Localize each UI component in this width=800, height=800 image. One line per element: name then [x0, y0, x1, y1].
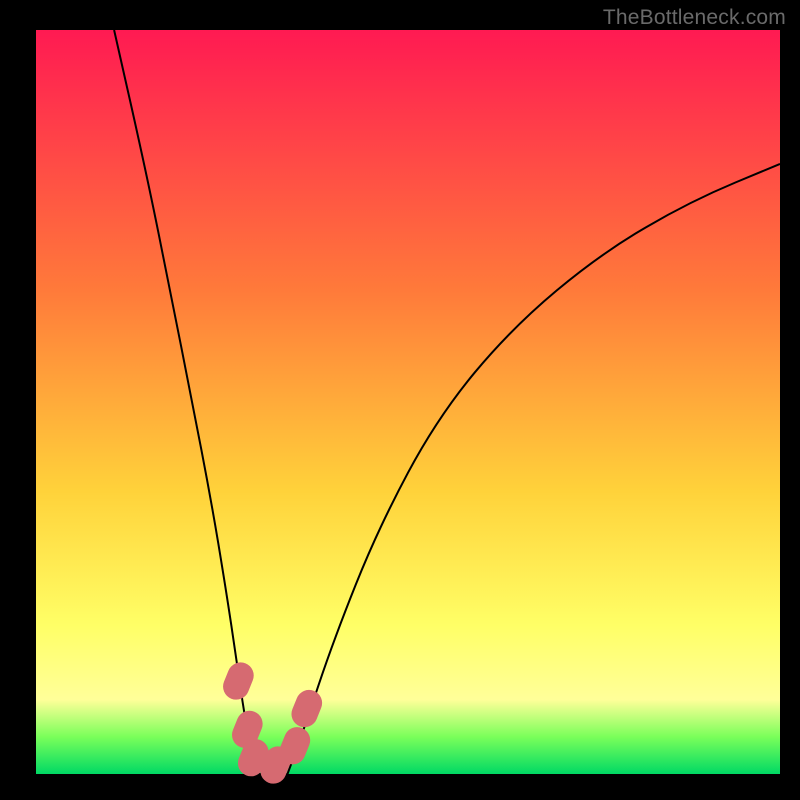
chart-canvas — [0, 0, 800, 800]
chart-stage: TheBottleneck.com — [0, 0, 800, 800]
plot-area — [36, 30, 780, 774]
watermark-text: TheBottleneck.com — [603, 6, 786, 30]
